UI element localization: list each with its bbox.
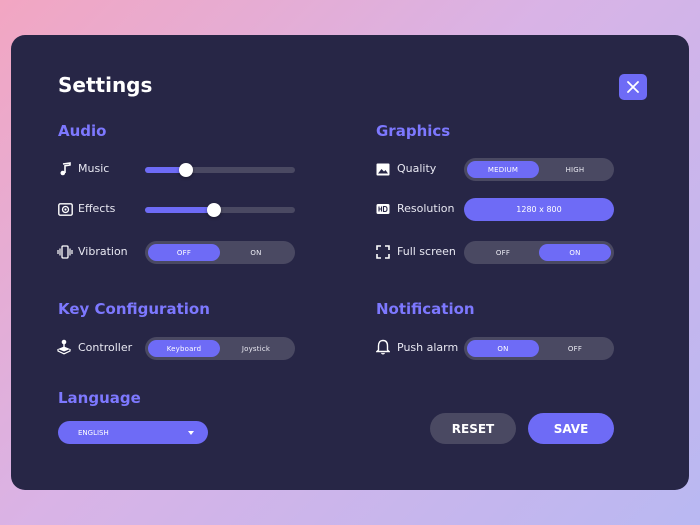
fullscreen-option-off[interactable]: OFF [467, 244, 539, 261]
close-icon [627, 81, 639, 93]
notification-heading: Notification [376, 300, 475, 318]
bell-icon [375, 339, 391, 355]
quality-label: Quality [397, 162, 437, 175]
controller-toggle[interactable]: Keyboard Joystick [145, 337, 295, 360]
effects-label: Effects [78, 202, 116, 215]
key-configuration-heading: Key Configuration [58, 300, 210, 318]
speaker-icon [57, 201, 73, 217]
controller-option-keyboard[interactable]: Keyboard [148, 340, 220, 357]
audio-heading: Audio [58, 122, 107, 140]
language-heading: Language [58, 389, 141, 407]
image-icon [375, 161, 391, 177]
controller-option-joystick[interactable]: Joystick [220, 340, 292, 357]
fullscreen-label: Full screen [397, 245, 456, 258]
quality-option-medium[interactable]: MEDIUM [467, 161, 539, 178]
vibration-icon [57, 244, 73, 260]
fullscreen-option-on[interactable]: ON [539, 244, 611, 261]
vibration-label: Vibration [78, 245, 128, 258]
vibration-toggle[interactable]: OFF ON [145, 241, 295, 264]
vibration-option-off[interactable]: OFF [148, 244, 220, 261]
hd-icon [375, 201, 391, 217]
music-slider[interactable] [145, 163, 295, 177]
reset-button[interactable]: RESET [430, 413, 516, 444]
language-value: ENGLISH [78, 428, 109, 437]
settings-panel: Settings Audio Music Effects Vibration O… [11, 35, 689, 490]
joystick-icon [56, 339, 72, 355]
music-note-icon [57, 161, 73, 177]
effects-slider[interactable] [145, 203, 295, 217]
save-button[interactable]: SAVE [528, 413, 614, 444]
close-button[interactable] [619, 74, 647, 100]
music-label: Music [78, 162, 110, 175]
effects-slider-fill [145, 207, 214, 213]
push-alarm-option-on[interactable]: ON [467, 340, 539, 357]
fullscreen-toggle[interactable]: OFF ON [464, 241, 614, 264]
controller-label: Controller [78, 341, 133, 354]
push-alarm-toggle[interactable]: ON OFF [464, 337, 614, 360]
language-select[interactable]: ENGLISH [58, 421, 208, 444]
effects-slider-thumb[interactable] [207, 203, 221, 217]
fullscreen-icon [375, 244, 391, 260]
quality-toggle[interactable]: MEDIUM HIGH [464, 158, 614, 181]
resolution-select[interactable]: 1280 x 800 [464, 198, 614, 221]
chevron-down-icon [188, 431, 194, 435]
quality-option-high[interactable]: HIGH [539, 161, 611, 178]
graphics-heading: Graphics [376, 122, 451, 140]
vibration-option-on[interactable]: ON [220, 244, 292, 261]
push-alarm-option-off[interactable]: OFF [539, 340, 611, 357]
music-slider-thumb[interactable] [178, 163, 193, 177]
page-title: Settings [58, 73, 153, 97]
push-alarm-label: Push alarm [397, 341, 459, 354]
resolution-label: Resolution [397, 202, 455, 215]
